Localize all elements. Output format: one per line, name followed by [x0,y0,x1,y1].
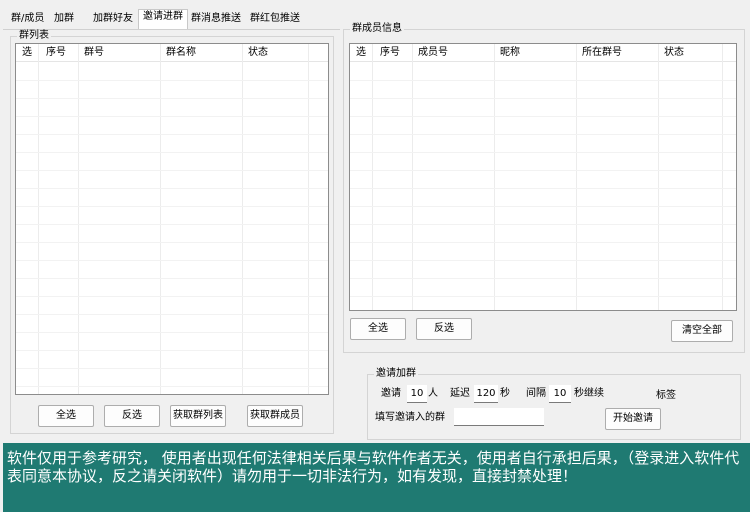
row-gridline [16,368,328,369]
row-gridline [16,350,328,351]
row-gridline [350,224,736,225]
group-list-header: 选 序号 群号 群名称 状态 [16,44,328,62]
col-group-id[interactable]: 群号 [80,44,104,62]
row-gridline [350,242,736,243]
col-separator [722,44,723,310]
row-gridline [16,242,328,243]
col-separator [372,44,373,310]
start-invite-button[interactable]: 开始邀请 [605,408,661,430]
col-status[interactable]: 状态 [660,44,684,62]
col-index[interactable]: 序号 [376,44,400,62]
row-gridline [16,98,328,99]
row-gridline [350,188,736,189]
tab-group-members[interactable]: 群/成员 [7,12,48,30]
tab-group-message-push[interactable]: 群消息推送 [187,12,245,30]
clear-all-button[interactable]: 清空全部 [671,320,733,342]
col-separator [658,44,659,310]
col-separator [494,44,495,310]
col-group-id[interactable]: 所在群号 [578,44,622,62]
row-gridline [350,278,736,279]
col-status[interactable]: 状态 [244,44,268,62]
group-invert-button[interactable]: 反选 [104,405,160,427]
invite-title: 邀请加群 [374,368,418,380]
row-gridline [350,296,736,297]
tab-strip: 群/成员 加群 加群好友 邀请进群 群消息推送 群红包推送 [3,8,323,30]
col-select[interactable]: 选 [352,44,366,62]
row-gridline [16,332,328,333]
delay-label: 延迟 [450,388,470,399]
member-info-table[interactable]: 选 序号 成员号 昵称 所在群号 状态 [349,43,737,311]
sec-unit: 秒 [500,388,510,399]
member-select-all-button[interactable]: 全选 [350,318,406,340]
col-separator [160,44,161,394]
member-info-box: 群成员信息 选 序号 成员号 昵称 所在群号 状态 全选 反选 清空全部 [343,23,745,353]
row-gridline [16,170,328,171]
row-gridline [350,206,736,207]
col-separator [78,44,79,394]
fetch-group-list-button[interactable]: 获取群列表 [170,405,226,427]
row-gridline [16,296,328,297]
target-group-input[interactable] [454,408,544,426]
interval-label: 间隔 [526,388,546,399]
invite-count-input[interactable]: 10 [407,385,427,403]
group-select-all-button[interactable]: 全选 [38,405,94,427]
row-gridline [350,116,736,117]
tab-invite-to-group[interactable]: 邀请进群 [138,9,188,30]
row-gridline [350,98,736,99]
row-gridline [350,152,736,153]
row-gridline [16,80,328,81]
row-gridline [16,188,328,189]
member-info-title: 群成员信息 [350,23,404,35]
row-gridline [350,260,736,261]
col-index[interactable]: 序号 [42,44,66,62]
disclaimer-notice: 软件仅用于参考研究， 使用者出现任何法律相关后果与软件作者无关，使用者自行承担后… [3,443,750,512]
row-gridline [350,170,736,171]
continue-label: 秒继续 [574,388,604,399]
col-separator [412,44,413,310]
group-list-box: 群列表 选 序号 群号 群名称 状态 全选 反选 获取群列表 获取群成员 [10,30,334,434]
row-gridline [16,314,328,315]
row-gridline [350,134,736,135]
member-info-header: 选 序号 成员号 昵称 所在群号 状态 [350,44,736,62]
invite-label: 邀请 [381,388,401,399]
row-gridline [16,116,328,117]
col-select[interactable]: 选 [18,44,32,62]
tab-group-friends[interactable]: 加群好友 [89,12,137,30]
col-group-name[interactable]: 群名称 [162,44,196,62]
row-gridline [16,206,328,207]
tag-label: 标签 [656,390,676,401]
row-gridline [350,80,736,81]
row-gridline [16,134,328,135]
member-invert-button[interactable]: 反选 [416,318,472,340]
delay-input[interactable]: 120 [474,385,498,403]
col-nickname[interactable]: 昵称 [496,44,520,62]
target-group-label: 填写邀请入的群 [375,412,445,423]
col-separator [242,44,243,394]
interval-input[interactable]: 10 [549,385,571,403]
col-separator [38,44,39,394]
row-gridline [16,278,328,279]
invite-box: 邀请加群 邀请 10 人 延迟 120 秒 间隔 10 秒继续 标签 填写邀请入… [367,368,741,440]
person-unit: 人 [428,388,438,399]
row-gridline [16,260,328,261]
row-gridline [16,152,328,153]
tab-join-group[interactable]: 加群 [50,12,78,30]
fetch-group-members-button[interactable]: 获取群成员 [247,405,303,427]
row-gridline [16,224,328,225]
col-member-id[interactable]: 成员号 [414,44,448,62]
group-list-title: 群列表 [17,30,51,42]
tab-baseline [3,29,340,30]
row-gridline [16,386,328,387]
col-separator [308,44,309,394]
group-list-table[interactable]: 选 序号 群号 群名称 状态 [15,43,329,395]
tab-red-packet-push[interactable]: 群红包推送 [246,12,304,30]
col-separator [576,44,577,310]
